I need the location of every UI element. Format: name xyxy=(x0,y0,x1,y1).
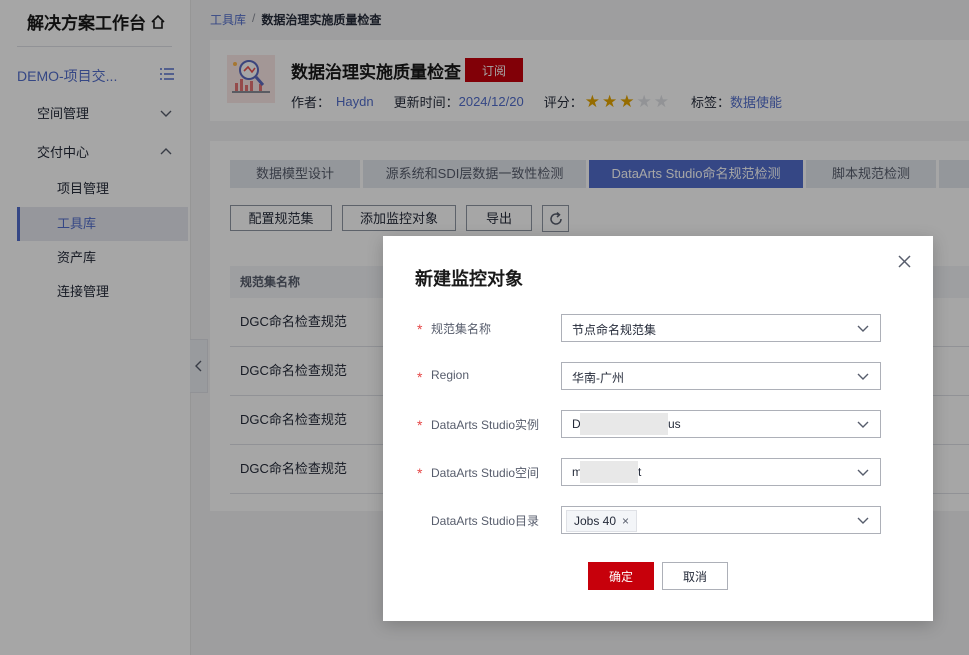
form-row-rule-set: * 规范集名称 节点命名规范集 xyxy=(383,314,933,342)
field-label: DataArts Studio实例 xyxy=(431,418,540,432)
selected-tag: Jobs 40 × xyxy=(566,510,638,532)
chevron-down-icon xyxy=(857,517,869,524)
dialog-title: 新建监控对象 xyxy=(415,269,523,289)
select-value: 节点命名规范集 xyxy=(572,323,657,337)
form-row-instance: * DataArts Studio实例 D us xyxy=(383,410,933,438)
region-select[interactable]: 华南-广州 xyxy=(561,362,881,390)
select-value-end: us xyxy=(668,417,681,431)
directory-select[interactable]: Jobs 40 × xyxy=(561,506,881,534)
tag-label: Jobs 40 xyxy=(574,514,617,528)
tag-remove-icon[interactable]: × xyxy=(622,511,629,531)
confirm-button[interactable]: 确定 xyxy=(588,562,654,590)
field-label: DataArts Studio目录 xyxy=(431,514,540,528)
close-icon[interactable] xyxy=(898,253,911,271)
cancel-button[interactable]: 取消 xyxy=(662,562,728,590)
redacted-value xyxy=(580,461,638,483)
workspace-select[interactable]: m t xyxy=(561,458,881,486)
new-monitor-object-dialog: 新建监控对象 * 规范集名称 节点命名规范集 * Region 华南-广州 * … xyxy=(383,236,933,621)
instance-select[interactable]: D us xyxy=(561,410,881,438)
chevron-down-icon xyxy=(857,325,869,332)
field-label: Region xyxy=(431,368,470,382)
required-mark: * xyxy=(417,321,423,337)
chevron-down-icon xyxy=(857,421,869,428)
rule-set-select[interactable]: 节点命名规范集 xyxy=(561,314,881,342)
chevron-down-icon xyxy=(857,373,869,380)
required-mark: * xyxy=(417,417,423,433)
field-label: 规范集名称 xyxy=(431,322,492,336)
form-row-workspace: * DataArts Studio空间 m t xyxy=(383,458,933,486)
required-mark: * xyxy=(417,465,423,481)
required-mark: * xyxy=(417,369,423,385)
select-value: 华南-广州 xyxy=(572,371,624,385)
form-row-region: * Region 华南-广州 xyxy=(383,362,933,390)
select-value-end: t xyxy=(638,465,642,479)
chevron-down-icon xyxy=(857,469,869,476)
field-label: DataArts Studio空间 xyxy=(431,466,540,480)
form-row-directory: DataArts Studio目录 Jobs 40 × xyxy=(383,506,933,534)
redacted-value xyxy=(580,413,668,435)
